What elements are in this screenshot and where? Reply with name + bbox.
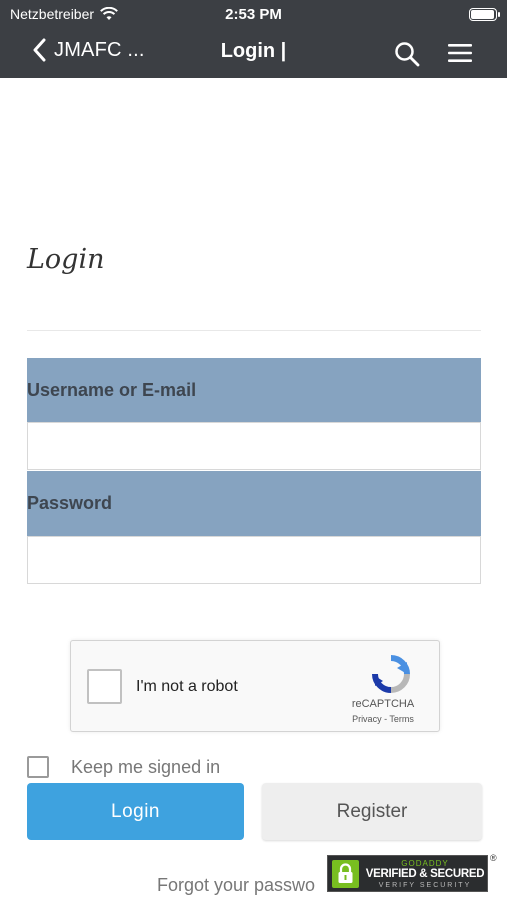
username-label: Username or E-mail xyxy=(27,358,481,423)
recaptcha-privacy-link[interactable]: Privacy xyxy=(352,714,382,724)
recaptcha-links: Privacy - Terms xyxy=(331,714,435,724)
chevron-left-icon xyxy=(33,38,46,62)
lock-icon xyxy=(332,860,359,888)
badge-brand: GODADDY xyxy=(401,859,449,868)
back-button-label: JMAFC ... xyxy=(54,38,145,61)
hamburger-menu-icon[interactable] xyxy=(447,42,473,64)
divider xyxy=(27,330,481,331)
badge-subtitle: VERIFY SECURITY xyxy=(378,882,472,889)
recaptcha-terms-link[interactable]: Terms xyxy=(389,714,414,724)
recaptcha-text: I'm not a robot xyxy=(136,678,238,695)
login-heading: Login xyxy=(27,244,105,275)
godaddy-security-badge[interactable]: GODADDY VERIFIED & SECURED VERIFY SECURI… xyxy=(327,855,488,892)
status-bar: Netzbetreiber 2:53 PM xyxy=(0,0,507,28)
username-input[interactable] xyxy=(27,422,481,470)
password-label: Password xyxy=(27,471,481,536)
battery-icon xyxy=(469,8,500,21)
password-input[interactable] xyxy=(27,536,481,584)
navigation-bar: JMAFC ... Login | xyxy=(0,28,507,78)
forgot-password-link[interactable]: Forgot your passwo xyxy=(157,875,315,896)
keep-signed-in-label[interactable]: Keep me signed in xyxy=(71,757,220,778)
recaptcha-checkbox[interactable] xyxy=(87,669,122,704)
recaptcha-logo-icon xyxy=(372,655,410,693)
recaptcha-widget: I'm not a robot reCAPTCHA Privacy - Term… xyxy=(70,640,440,732)
keep-signed-in-row: Keep me signed in xyxy=(27,756,220,778)
register-button[interactable]: Register xyxy=(262,783,482,840)
badge-title: VERIFIED & SECURED xyxy=(365,868,485,880)
search-icon[interactable] xyxy=(393,40,421,68)
keep-signed-in-checkbox[interactable] xyxy=(27,756,49,778)
clock: 2:53 PM xyxy=(225,6,282,23)
registered-mark: ® xyxy=(490,853,497,863)
recaptcha-brand: reCAPTCHA xyxy=(351,698,415,710)
login-button[interactable]: Login xyxy=(27,783,244,840)
back-button[interactable]: JMAFC ... xyxy=(32,38,145,62)
